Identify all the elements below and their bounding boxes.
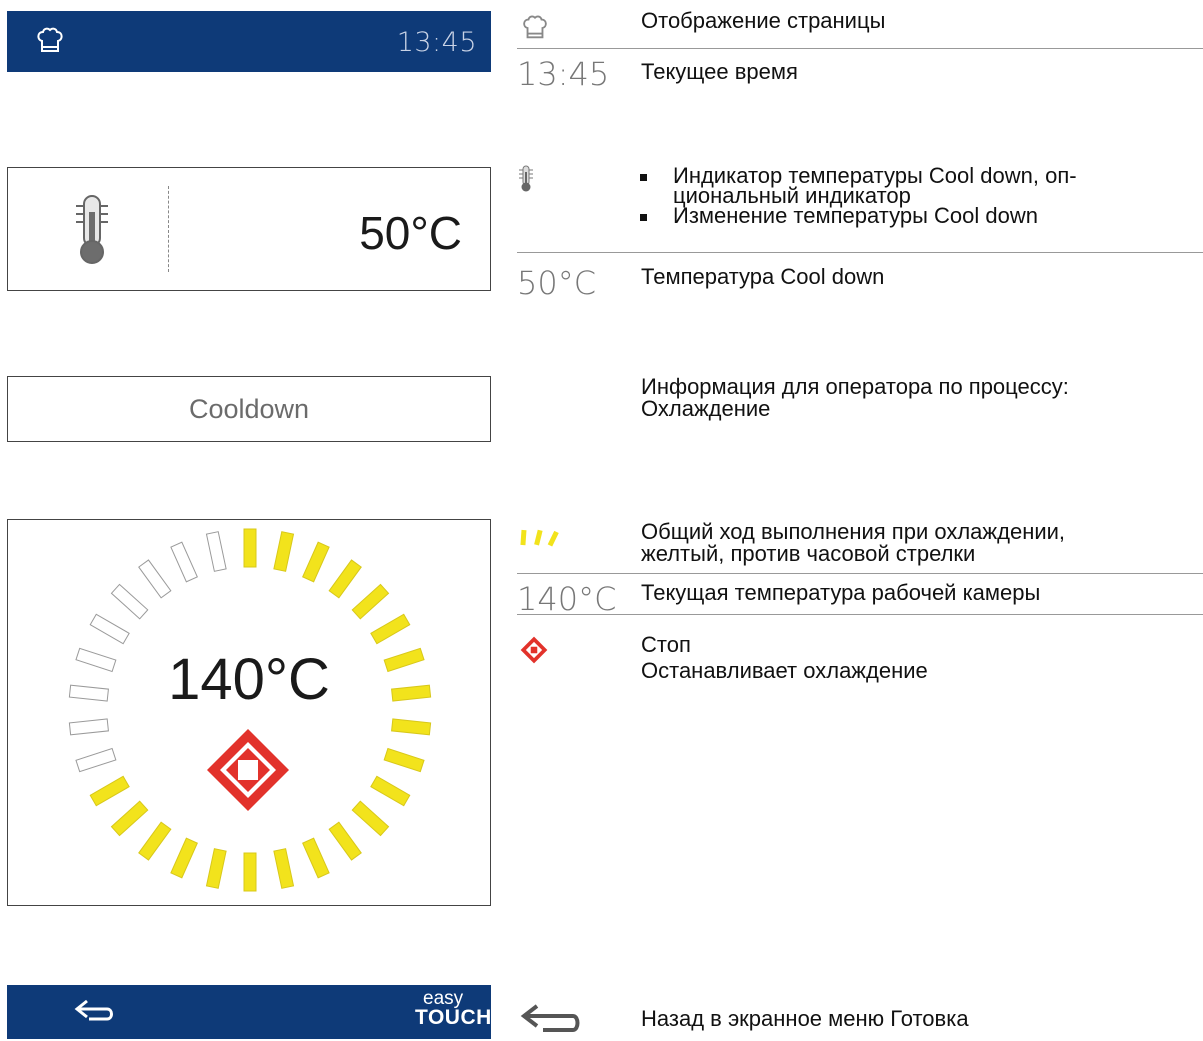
divider: [517, 48, 1203, 49]
stop-icon: [207, 729, 289, 811]
progress-segment-empty: [75, 747, 117, 773]
progress-segment-empty: [138, 559, 172, 599]
chamber-temp-value: 140°C: [168, 647, 330, 712]
stop-button[interactable]: [205, 727, 291, 813]
legend-chef-hat-icon: [521, 13, 549, 48]
progress-segment-filled: [273, 848, 295, 889]
progress-segment-filled: [138, 821, 172, 861]
chef-hat-icon[interactable]: [35, 26, 65, 61]
divider: [517, 252, 1203, 253]
footer-bar: easy TOUCH: [7, 985, 491, 1039]
cooldown-temp-panel[interactable]: 50°C: [7, 167, 491, 291]
legend-operator-info: Информация для оператора по процессу: Ох…: [641, 374, 1069, 421]
progress-ring: [68, 528, 432, 892]
divider: [168, 186, 169, 272]
legend-cooldown-temp: Температура Cool down: [641, 264, 885, 289]
progress-segment-filled: [110, 800, 149, 837]
progress-segment-filled: [205, 848, 227, 889]
progress-segment-filled: [391, 718, 432, 736]
progress-segment-empty: [110, 583, 149, 620]
progress-segment-filled: [351, 583, 390, 620]
list-item: Изменение температуры Cool down: [632, 205, 1192, 227]
legend-progress-desc: Общий ход выполнения при охлаждении, жел…: [641, 519, 1066, 566]
process-info-panel: Cooldown: [7, 376, 491, 442]
thermometer-icon[interactable]: [72, 194, 112, 271]
legend-chamber-temp: Текущая температура рабочей камеры: [641, 580, 1041, 605]
legend-progress-segments-icon: [517, 525, 565, 554]
progress-segment-filled: [243, 528, 257, 568]
progress-segment-filled: [328, 821, 362, 861]
legend-current-time: Текущее время: [641, 59, 798, 84]
progress-segment-filled: [383, 747, 425, 773]
progress-segment-filled: [170, 837, 198, 879]
progress-segment-filled: [302, 541, 330, 583]
legend-page-display: Отображение страницы: [641, 8, 886, 33]
legend-chamber-temp-sample: 140°C: [517, 580, 617, 618]
back-arrow-icon[interactable]: [73, 997, 117, 1030]
logo-touch: TOUCH: [415, 1006, 492, 1029]
process-info-label: Cooldown: [188, 394, 310, 424]
legend-time-sample: 13:45: [517, 55, 610, 93]
list-item: Индикатор температуры Cool down, оп- цио…: [632, 165, 1192, 207]
progress-segment-filled: [370, 613, 411, 645]
divider: [517, 573, 1203, 574]
legend-stop-desc: Останавливает охлаждение: [641, 658, 928, 683]
legend-stop-icon: [520, 636, 548, 669]
cooldown-temp-value[interactable]: 50°C: [359, 206, 462, 260]
progress-dial-panel: 140°C: [7, 519, 491, 906]
progress-segment-empty: [89, 613, 130, 645]
progress-segment-empty: [205, 531, 227, 572]
progress-segment-filled: [351, 800, 390, 837]
progress-segment-empty: [170, 541, 198, 583]
divider: [517, 614, 1203, 615]
legend-cooldown-temp-sample: 50°C: [517, 264, 597, 302]
clock-display: 13:45: [396, 27, 477, 58]
legend-temp-indicator-list: Индикатор температуры Cool down, оп- цио…: [632, 165, 1192, 227]
legend-thermometer-icon: [519, 165, 533, 198]
legend-stop-title: Стоп: [641, 632, 691, 657]
progress-segment-filled: [370, 775, 411, 807]
legend-back-desc: Назад в экранное меню Готовка: [641, 1006, 969, 1031]
legend-back-arrow-icon: [519, 1002, 581, 1041]
progress-segment-empty: [68, 718, 109, 736]
header-bar: 13:45: [7, 11, 491, 72]
progress-segment-filled: [328, 559, 362, 599]
progress-segment-filled: [89, 775, 130, 807]
progress-segment-filled: [302, 837, 330, 879]
progress-segment-filled: [273, 531, 295, 572]
progress-segment-filled: [243, 852, 257, 892]
